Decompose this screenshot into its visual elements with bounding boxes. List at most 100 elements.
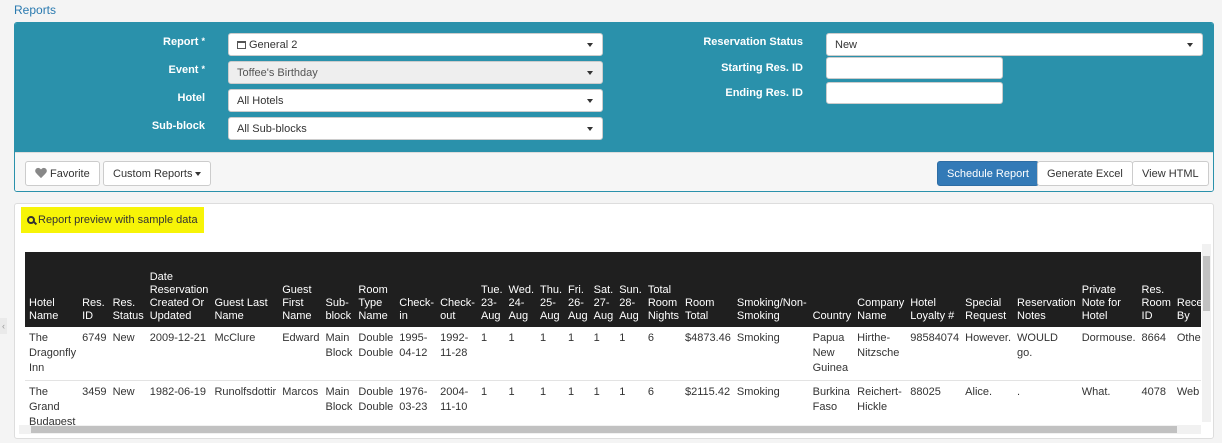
table-cell: Main Block [321, 380, 355, 426]
table-cell: 1 [536, 380, 565, 426]
table-body: The Dragonfly Inn 6749 New 2009-12-21 McClur… [25, 327, 1201, 426]
column-header[interactable]: Check-out [436, 252, 477, 327]
column-header[interactable]: Received By [1172, 252, 1201, 327]
event-select[interactable]: Toffee's Birthday [228, 61, 603, 84]
table-cell: Burkina Faso [808, 380, 854, 426]
schedule-report-button[interactable]: Schedule Report [937, 161, 1039, 186]
calendar-icon [237, 41, 246, 49]
table-cell: Main Block [321, 327, 355, 381]
chevron-down-icon [587, 71, 593, 75]
table-cell: 1 [615, 380, 644, 426]
column-header[interactable]: Check-in [395, 252, 437, 327]
table-cell: $2115.42 [681, 380, 733, 426]
column-header[interactable]: Reservation Notes [1013, 252, 1078, 327]
column-header[interactable]: Wed. 24-Aug [504, 252, 537, 327]
subblock-select[interactable]: All Sub-blocks [228, 117, 603, 140]
horizontal-scrollbar-thumb[interactable] [31, 426, 1177, 433]
event-label: Event * [168, 64, 205, 76]
table-cell: 1 [615, 327, 644, 381]
table-cell: 2009-12-21 [145, 327, 211, 381]
column-header[interactable]: Special Request [961, 252, 1014, 327]
vertical-scrollbar-thumb[interactable] [1203, 256, 1210, 311]
table-cell: 88025 [906, 380, 962, 426]
table-cell: 98584074 [906, 327, 962, 381]
table-cell: 1 [536, 327, 565, 381]
table-cell: Double Double [354, 327, 396, 381]
generate-excel-button[interactable]: Generate Excel [1037, 161, 1133, 186]
table-cell: New [108, 327, 146, 381]
table-cell: 1995-04-12 [395, 327, 437, 381]
starting-res-id-input[interactable] [826, 57, 1003, 79]
table-cell: What. [1077, 380, 1138, 426]
table-row[interactable]: The Grand Budapest 3459 New 1982-06-19 Runol… [25, 380, 1201, 426]
column-header[interactable]: Fri. 26-Aug [564, 252, 590, 327]
favorite-button[interactable]: Favorite [25, 161, 100, 186]
table-cell: 1 [476, 380, 505, 426]
report-select[interactable]: General 2 [228, 33, 603, 56]
column-header[interactable]: Res. ID [78, 252, 109, 327]
hotel-select[interactable]: All Hotels [228, 89, 603, 112]
report-table: Hotel Name Res. ID Res. Status Date Reserva… [25, 252, 1201, 426]
table-cell: McClure [210, 327, 279, 381]
table-cell: Reichert-Hickle [853, 380, 907, 426]
column-header[interactable]: Sat. 27-Aug [589, 252, 616, 327]
table-cell: 6 [643, 380, 682, 426]
column-header[interactable]: Date Reservation Created Or Updated [145, 252, 211, 327]
table-cell: 1992-11-28 [436, 327, 477, 381]
table-cell: Edward [278, 327, 322, 381]
table-cell: The Dragonfly Inn [25, 327, 79, 381]
table-cell: Web [1172, 380, 1201, 426]
starting-res-id-label: Starting Res. ID [721, 62, 803, 74]
preview-badge: Report preview with sample data [21, 207, 204, 233]
column-header[interactable]: Hotel Loyalty # [906, 252, 962, 327]
column-header[interactable]: Private Note for Hotel [1077, 252, 1138, 327]
table-row[interactable]: The Dragonfly Inn 6749 New 2009-12-21 McClur… [25, 327, 1201, 381]
column-header[interactable]: Room Type Name [354, 252, 396, 327]
column-header[interactable]: Res. Room ID [1137, 252, 1173, 327]
reservation-status-select[interactable]: New [826, 33, 1203, 56]
custom-reports-button[interactable]: Custom Reports [103, 161, 212, 186]
column-header[interactable]: Guest Last Name [210, 252, 279, 327]
report-filter-panel: Report * General 2 Event * Toffee's Birthd… [14, 22, 1214, 192]
reports-page: Reports Report * General 2 Event * Toffee'… [0, 0, 1222, 443]
column-header[interactable]: Smoking/Non-Smoking [732, 252, 809, 327]
filter-form: Report * General 2 Event * Toffee's Birthd… [15, 23, 1213, 152]
column-header[interactable]: Sub-block [321, 252, 355, 327]
column-header[interactable]: Thu. 25-Aug [536, 252, 565, 327]
table-header-row: Hotel Name Res. ID Res. Status Date Reserva… [25, 252, 1201, 327]
column-header[interactable]: Hotel Name [25, 252, 79, 327]
caret-down-icon [195, 172, 202, 176]
ending-res-id-input[interactable] [826, 82, 1003, 104]
table-cell: 6749 [78, 327, 109, 381]
column-header[interactable]: Tue. 23-Aug [476, 252, 505, 327]
table-cell: 1 [504, 327, 537, 381]
chevron-down-icon [587, 43, 593, 47]
column-header[interactable]: Sun. 28-Aug [615, 252, 644, 327]
table-cell: $4873.46 [681, 327, 733, 381]
view-html-button[interactable]: View HTML [1132, 161, 1209, 186]
chevron-left-icon[interactable]: ‹ [0, 318, 7, 334]
column-header[interactable]: Total Room Nights [643, 252, 682, 327]
ending-res-id-label: Ending Res. ID [725, 87, 803, 99]
table-cell: Hirthe-Nitzsche [853, 327, 907, 381]
vertical-scrollbar[interactable] [1202, 244, 1211, 422]
column-header[interactable]: Res. Status [108, 252, 146, 327]
table-cell: Other [1172, 327, 1201, 381]
chevron-down-icon [587, 99, 593, 103]
heart-icon [35, 168, 47, 178]
column-header[interactable]: Room Total [681, 252, 733, 327]
horizontal-scrollbar[interactable] [19, 425, 1201, 434]
column-header[interactable]: Company Name [853, 252, 907, 327]
hotel-label: Hotel [177, 92, 206, 104]
table-cell: 3459 [78, 380, 109, 426]
breadcrumb[interactable]: Reports [14, 3, 56, 17]
table-cell: 1 [589, 327, 616, 381]
table-cell: 1 [564, 327, 590, 381]
table-cell: 1 [504, 380, 537, 426]
table-cell: 1976-03-23 [395, 380, 437, 426]
subblock-label: Sub-block [151, 120, 205, 132]
report-toolbar: Favorite Custom Reports Schedule Report … [15, 152, 1213, 191]
column-header[interactable]: Country [808, 252, 854, 327]
column-header[interactable]: Guest First Name [278, 252, 322, 327]
table-cell: Smoking [732, 380, 809, 426]
